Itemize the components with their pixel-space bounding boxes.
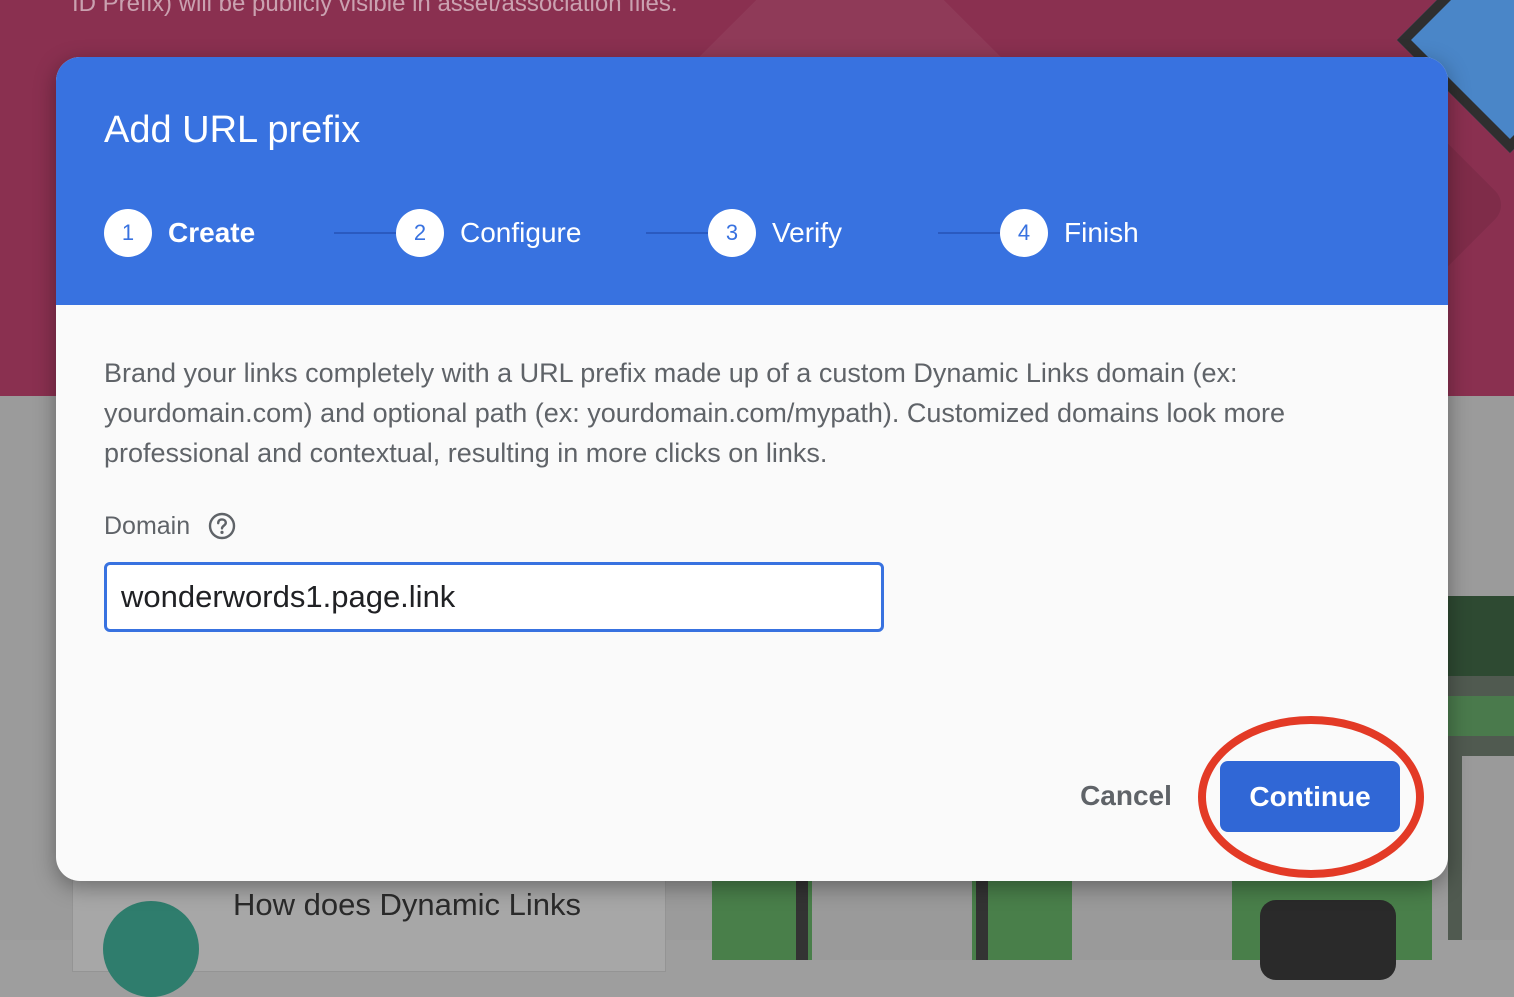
domain-input[interactable] (104, 562, 884, 632)
play-icon (1260, 900, 1396, 980)
domain-label: Domain (104, 511, 191, 540)
step-number: 1 (104, 209, 152, 257)
add-url-prefix-dialog: Add URL prefix 1 Create 2 Configure 3 Ve… (56, 57, 1448, 881)
step-number: 2 (396, 209, 444, 257)
step-verify: 3 Verify (708, 209, 842, 257)
continue-button[interactable]: Continue (1220, 761, 1400, 832)
cancel-button[interactable]: Cancel (1064, 760, 1188, 832)
background-card-title: How does Dynamic Links (233, 887, 582, 922)
background-video-thumbnail (712, 880, 1432, 980)
background-image (1448, 596, 1514, 940)
step-label: Verify (772, 217, 843, 248)
step-configure: 2 Configure (396, 209, 581, 257)
background-card-icon (103, 901, 199, 997)
dialog-header: Add URL prefix 1 Create 2 Configure 3 Ve… (56, 57, 1448, 305)
domain-field-label: Domain (104, 509, 236, 543)
step-create: 1 Create (104, 209, 255, 257)
dialog-title: Add URL prefix (104, 109, 361, 151)
step-number: 3 (708, 209, 756, 257)
step-label: Create (168, 217, 256, 248)
background-hero-text: ID Prefix) will be publicly visible in a… (72, 0, 678, 17)
step-finish: 4 Finish (1000, 209, 1139, 257)
help-circle-icon[interactable] (208, 512, 236, 540)
step-label: Finish (1064, 217, 1139, 248)
step-number: 4 (1000, 209, 1048, 257)
step-label: Configure (460, 217, 582, 248)
dialog-description: Brand your links completely with a URL p… (104, 358, 1286, 468)
